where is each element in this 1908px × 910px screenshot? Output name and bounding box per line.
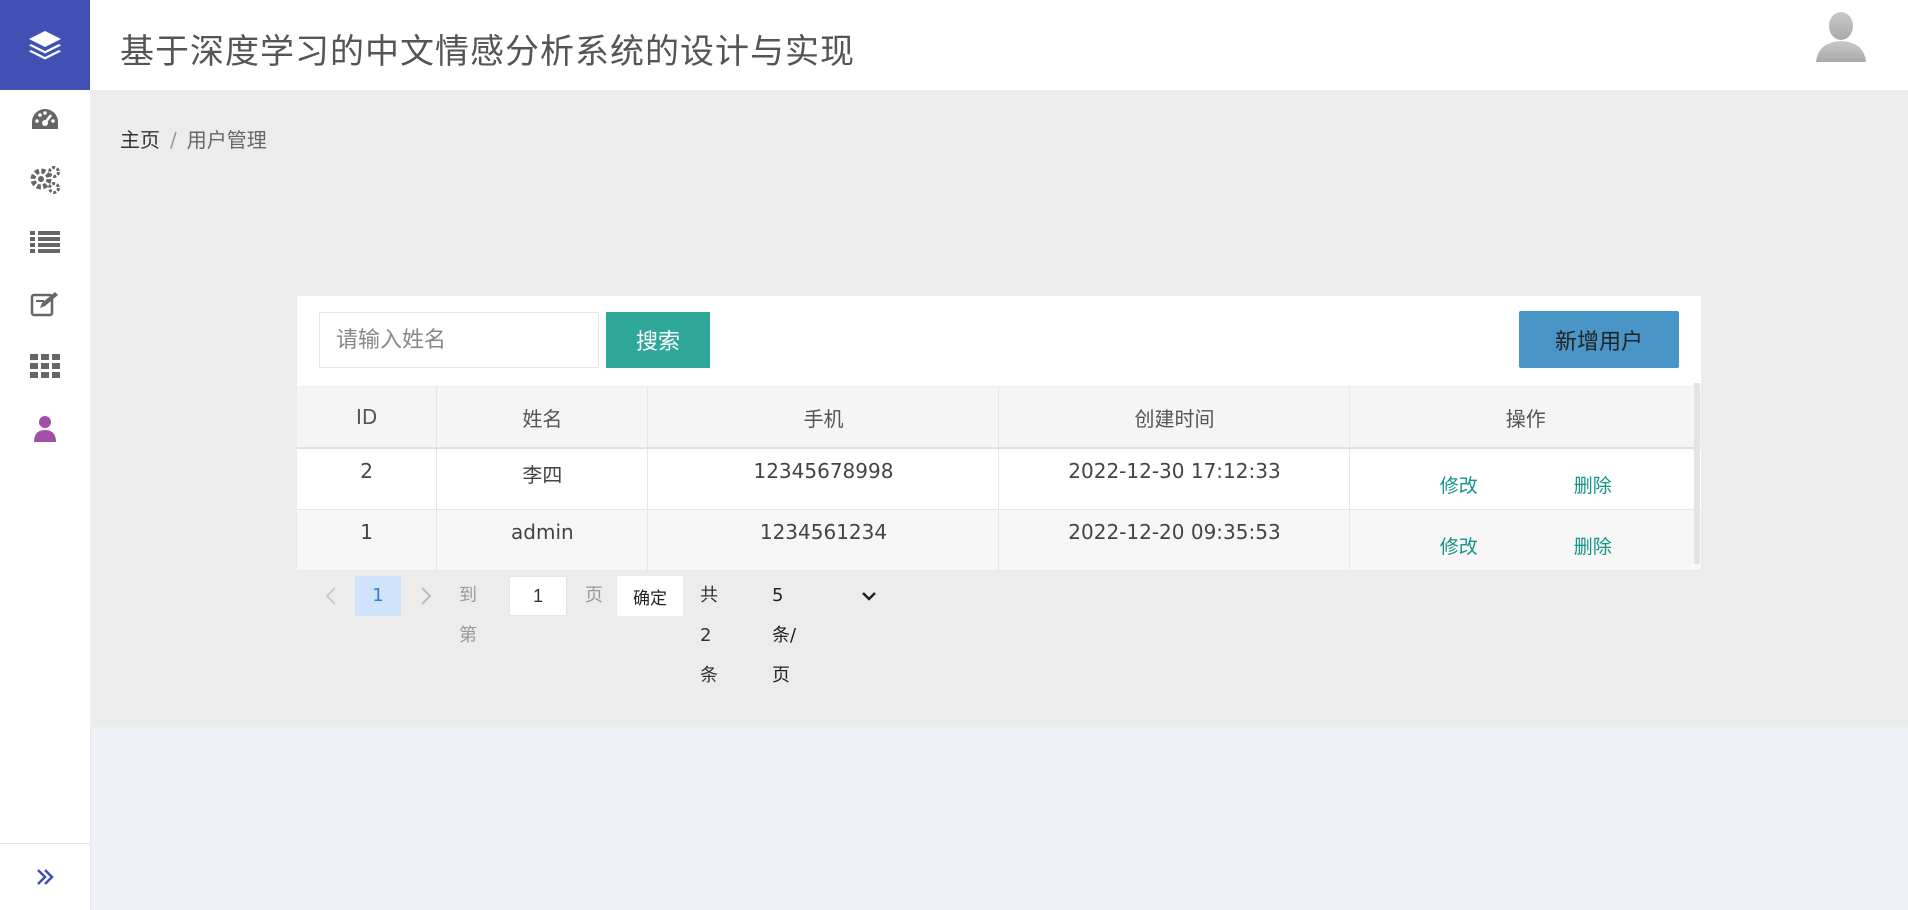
search-input[interactable]: [319, 312, 599, 368]
user-icon: [34, 416, 56, 442]
header: 基于深度学习的中文情感分析系统的设计与实现: [90, 0, 1908, 90]
delete-link[interactable]: 删除: [1574, 471, 1612, 498]
logo[interactable]: [0, 0, 90, 90]
chevron-down-icon: [862, 592, 876, 601]
user-table: ID 姓名 手机 创建时间 操作 2 李四 12345678998 2022-1…: [297, 386, 1701, 571]
cell-actions: 修改 删除: [1349, 448, 1701, 510]
page-label: 页: [585, 585, 603, 606]
layers-icon: [29, 31, 61, 60]
user-table-panel: 搜索 新增用户 ID 姓名 手机 创建时间 操作 2 李四 1234567899…: [297, 296, 1701, 571]
table-scrollbar[interactable]: [1694, 383, 1700, 564]
cell-created: 2022-12-20 09:35:53: [998, 509, 1351, 571]
cell-actions: 修改 删除: [1349, 509, 1701, 571]
cell-id: 2: [297, 448, 438, 510]
page-title: 基于深度学习的中文情感分析系统的设计与实现: [120, 32, 855, 72]
delete-link[interactable]: 删除: [1574, 532, 1612, 559]
chevron-left-icon: [325, 587, 336, 605]
list-icon: [30, 231, 60, 253]
cell-name: 李四: [436, 448, 649, 510]
column-header-id: ID: [297, 386, 438, 449]
gears-icon: [30, 166, 60, 194]
table-row: 1 admin 1234561234 2022-12-20 09:35:53 修…: [297, 509, 1701, 571]
breadcrumb-separator: /: [170, 128, 177, 152]
next-page-button[interactable]: [412, 576, 440, 616]
breadcrumb: 主页 / 用户管理: [120, 124, 267, 153]
column-header-actions: 操作: [1349, 386, 1701, 449]
page-number-current[interactable]: 1: [355, 576, 401, 616]
goto-confirm-button[interactable]: 确定: [617, 576, 683, 616]
cell-id: 1: [297, 509, 438, 571]
edit-link[interactable]: 修改: [1440, 532, 1478, 559]
goto-label: 到第: [459, 585, 477, 646]
sidebar-collapse-button[interactable]: [0, 843, 90, 910]
prev-page-button[interactable]: [317, 576, 345, 616]
edit-link[interactable]: 修改: [1440, 471, 1478, 498]
sidebar: [0, 0, 91, 910]
cell-phone: 1234561234: [647, 509, 1000, 571]
cell-created: 2022-12-30 17:12:33: [998, 448, 1351, 510]
grid-icon: [30, 354, 60, 378]
sidebar-item-grid[interactable]: [0, 346, 90, 386]
avatar-icon: [1816, 12, 1866, 62]
sidebar-item-dashboard[interactable]: [0, 100, 90, 140]
cell-name: admin: [436, 509, 649, 571]
column-header-name: 姓名: [436, 386, 649, 449]
double-chevron-right-icon: [37, 869, 54, 885]
sidebar-item-settings[interactable]: [0, 160, 90, 200]
breadcrumb-current: 用户管理: [186, 128, 267, 152]
add-user-button[interactable]: 新增用户: [1519, 311, 1679, 368]
cell-phone: 12345678998: [647, 448, 1000, 510]
dashboard-icon: [32, 109, 58, 129]
breadcrumb-home[interactable]: 主页: [120, 128, 160, 152]
edit-icon: [30, 292, 58, 317]
page-size-select[interactable]: 5 条/页: [772, 576, 796, 696]
sidebar-item-edit[interactable]: [0, 284, 90, 324]
sidebar-item-list[interactable]: [0, 222, 90, 262]
goto-page-input[interactable]: [509, 576, 567, 616]
total-count: 共 2 条: [700, 585, 718, 686]
column-header-created: 创建时间: [998, 386, 1351, 449]
column-header-phone: 手机: [647, 386, 1000, 449]
avatar[interactable]: [1814, 10, 1868, 62]
sidebar-item-users[interactable]: [0, 409, 90, 449]
table-row: 2 李四 12345678998 2022-12-30 17:12:33 修改 删…: [297, 448, 1701, 510]
page-size-dropdown[interactable]: [859, 586, 879, 606]
table-header-row: ID 姓名 手机 创建时间 操作: [297, 386, 1701, 449]
search-button[interactable]: 搜索: [606, 312, 710, 368]
chevron-right-icon: [421, 587, 432, 605]
